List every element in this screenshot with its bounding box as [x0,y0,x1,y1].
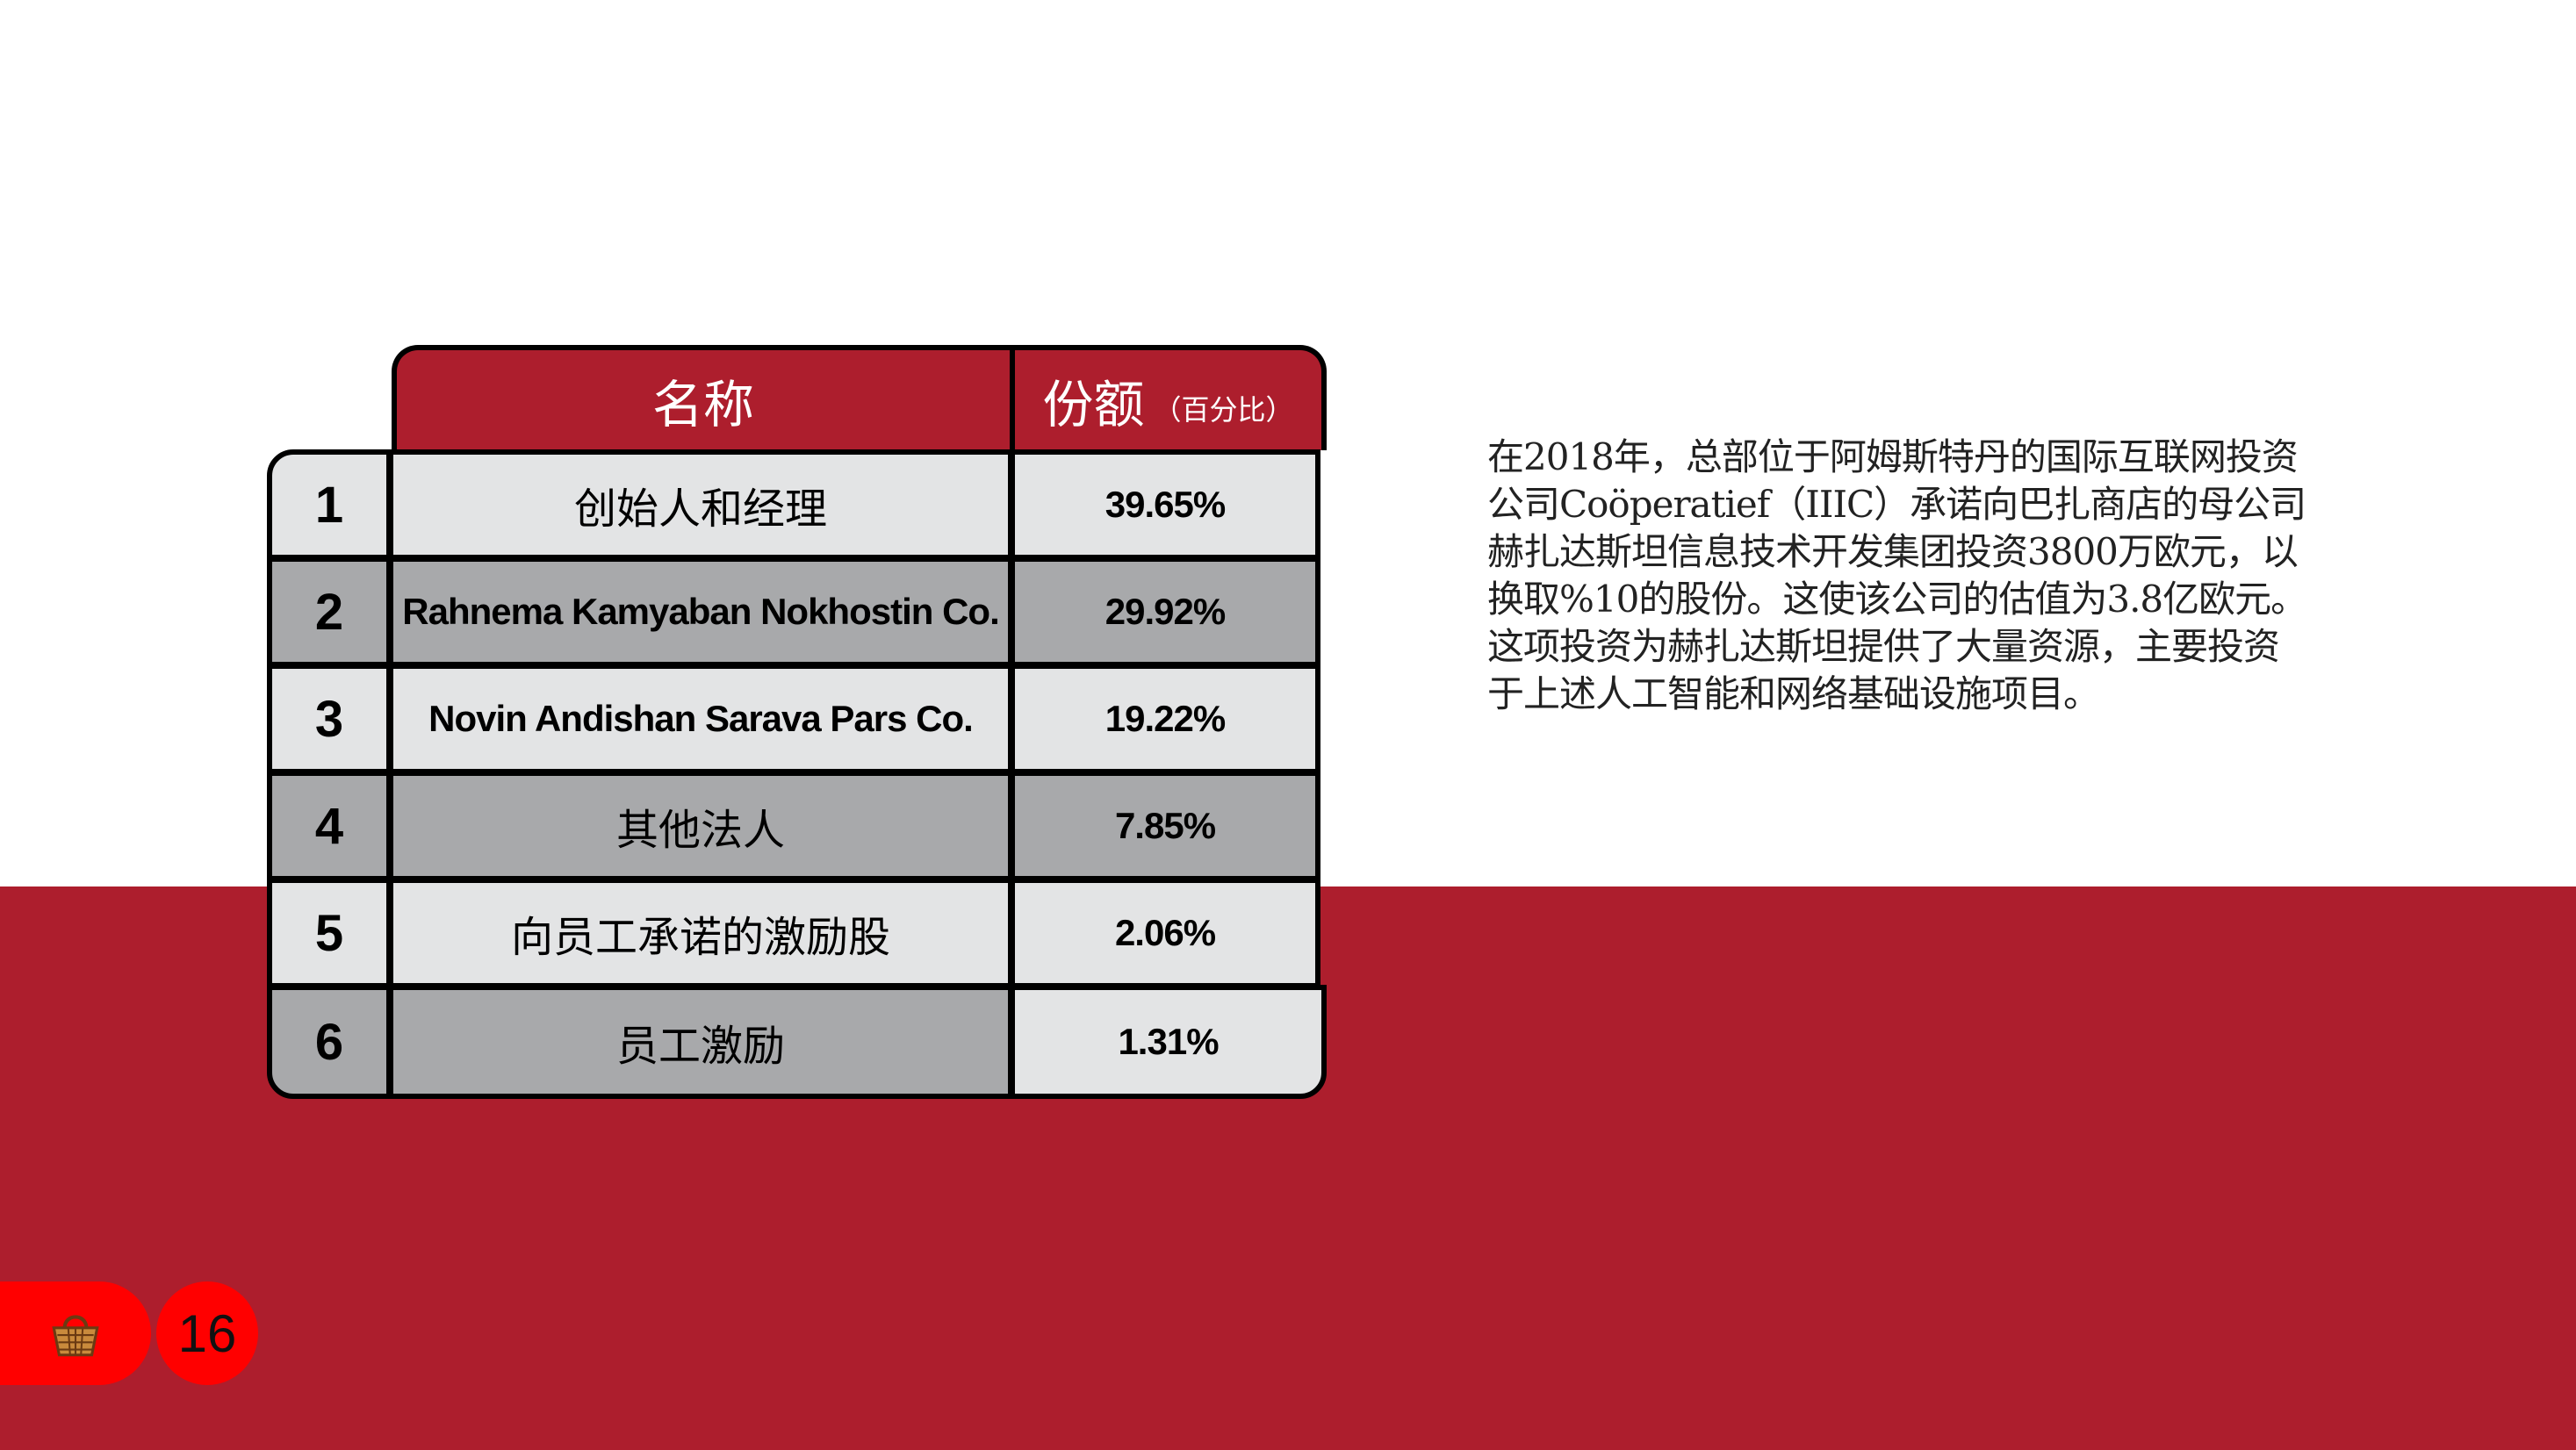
row-rank: 5 [267,878,392,988]
header-share-sublabel: （百分比） [1153,393,1294,427]
row-rank: 4 [267,771,392,881]
row-rank: 3 [267,664,392,774]
row-name: 员工激励 [388,985,1013,1099]
footer-badge [0,1281,151,1385]
row-name: Rahnema Kamyaban Nokhostin Co. [388,556,1013,667]
row-name: 其他法人 [388,771,1013,881]
header-share: 份额 （百分比） [1010,345,1327,450]
row-share: 1.31% [1010,985,1327,1099]
row-name: 创始人和经理 [388,449,1013,560]
basket-icon [52,1315,99,1357]
header-name: 名称 [392,345,1015,450]
header-share-label: 份额 [1042,375,1145,434]
page-number: 16 [156,1281,258,1385]
row-share: 7.85% [1010,771,1320,881]
row-name: 向员工承诺的激励股 [388,878,1013,988]
row-share: 2.06% [1010,878,1320,988]
header-name-label: 名称 [651,375,754,434]
investment-paragraph: 在2018年，总部位于阿姆斯特丹的国际互联网投资公司Coöperatief（II… [1487,435,2307,715]
row-name: Novin Andishan Sarava Pars Co. [388,664,1013,774]
row-share: 39.65% [1010,449,1320,560]
row-share: 19.22% [1010,664,1320,774]
row-rank: 6 [267,985,392,1099]
row-share: 29.92% [1010,556,1320,667]
row-rank: 2 [267,556,392,667]
row-rank: 1 [267,449,392,560]
